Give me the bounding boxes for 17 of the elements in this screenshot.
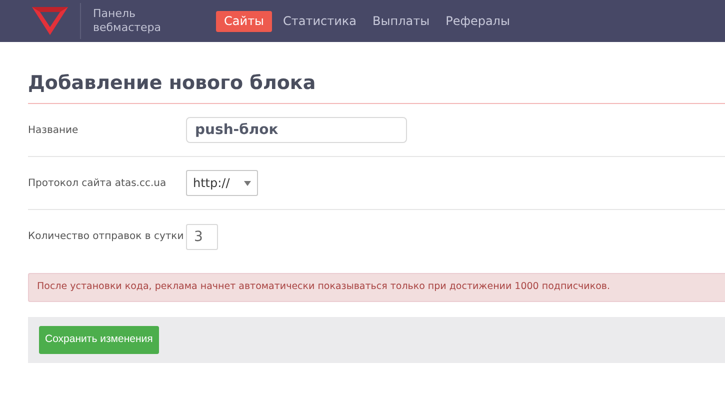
nav-tab[interactable]: Рефералы — [440, 10, 515, 32]
brand-text: вебмастера — [93, 21, 162, 35]
page-title: Добавление нового блока — [28, 71, 317, 96]
nav-tab[interactable]: Выплаты — [368, 10, 435, 32]
field-label: Количество отправок в сутки — [28, 230, 185, 244]
field-label: Протокол сайта atas.cc.ua — [28, 176, 168, 190]
save-button[interactable]: Сохранить изменения — [39, 326, 159, 354]
caret-icon — [244, 180, 251, 186]
alert-message: После установки кода, реклама начнет автоматически показываться только при достижении 1000 подписчиков. — [28, 273, 725, 302]
nav-tab[interactable]: Статистика — [278, 10, 362, 32]
logo-icon — [30, 5, 70, 37]
protocol-select[interactable]: http:// — [186, 170, 258, 196]
name-field[interactable]: push-блок — [186, 117, 407, 143]
nav-tab[interactable]: Сайты — [216, 10, 272, 32]
field-label: Название — [28, 124, 80, 138]
brand-text: Панель — [93, 7, 136, 21]
count-field[interactable]: 3 — [186, 224, 218, 250]
